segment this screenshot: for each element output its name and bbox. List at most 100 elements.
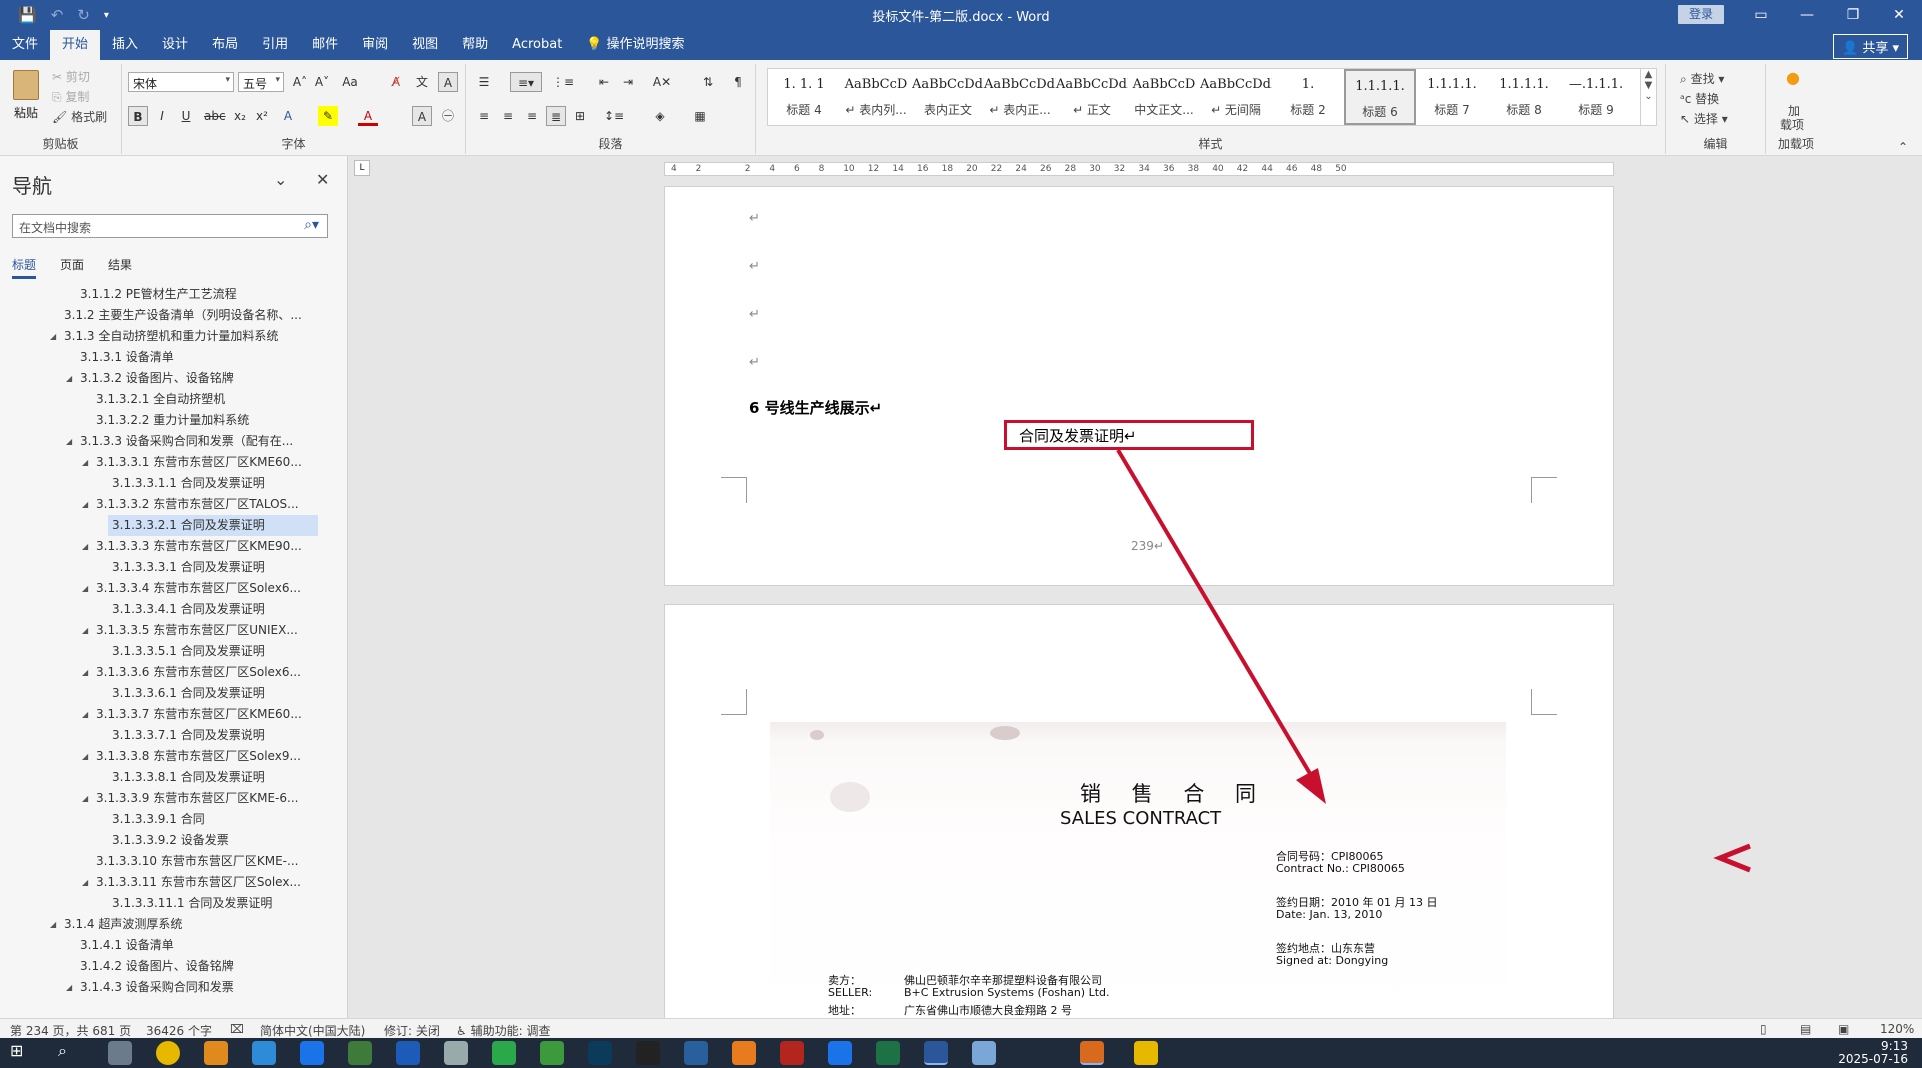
tab-home[interactable]: 开始 [50,30,101,60]
collapse-triangle-icon[interactable]: ◢ [82,704,88,725]
nav-heading-item[interactable]: ◢ 3.1.3.3.4 东营市东营区厂区Solex6... [0,578,318,599]
collapse-triangle-icon[interactable]: ◢ [66,431,72,452]
photoshop-icon[interactable] [588,1041,612,1065]
decrease-indent-icon[interactable]: ⇤ [594,72,614,92]
char-border-icon[interactable]: A [438,72,458,92]
nav-heading-item[interactable]: 3.1.3.3.9.2 设备发票 [0,830,318,851]
page-count[interactable]: 第 234 页，共 681 页 [10,1022,131,1039]
gallery-more-icon[interactable]: ▲ ▼ ⌄ [1640,69,1656,125]
tab-file[interactable]: 文件 [0,30,50,60]
nav-heading-item[interactable]: ◢ 3.1.3.3.8 东营市东营区厂区Solex9... [0,746,318,767]
nav-heading-item[interactable]: 3.1.3.1 设备清单 [0,347,318,368]
section-heading[interactable]: 6 号线生产线展示↵ [749,397,882,418]
collapse-triangle-icon[interactable]: ◢ [82,662,88,683]
customize-qat-icon[interactable]: ▾ [104,10,109,21]
font-color-icon[interactable]: A [358,106,378,126]
calculator-icon[interactable] [108,1041,132,1065]
web-layout-icon[interactable]: ▣ [1838,1022,1849,1036]
nav-heading-item[interactable]: 3.1.4.1 设备清单 [0,935,318,956]
style-item[interactable]: 1.1.1.1. 标题 8 [1488,69,1560,125]
save-icon[interactable]: 💾 [18,6,37,24]
read-mode-icon[interactable]: ▯ [1760,1022,1767,1036]
style-item[interactable]: AaBbCcDdI ↵ 无间隔 [1200,69,1272,125]
app-icon[interactable] [1080,1041,1104,1065]
word-icon[interactable] [924,1041,948,1065]
collapse-triangle-icon[interactable]: ◢ [82,452,88,473]
show-marks-icon[interactable]: ¶ [728,72,748,92]
style-item[interactable]: 1.1.1.1. 标题 7 [1416,69,1488,125]
nav-close-icon[interactable]: ✕ [316,170,329,189]
app-icon[interactable] [540,1041,564,1065]
search-icon[interactable]: ⌕ [58,1041,82,1065]
nav-heading-item[interactable]: 3.1.3.3.1.1 合同及发票证明 [0,473,318,494]
nav-heading-item[interactable]: ◢ 3.1.3 全自动挤塑机和重力计量加料系统 [0,326,318,347]
app-icon[interactable] [684,1041,708,1065]
collapse-triangle-icon[interactable]: ◢ [82,536,88,557]
undo-icon[interactable]: ↶ [51,6,64,24]
login-button[interactable]: 登录 [1678,5,1724,24]
nav-heading-item[interactable]: 3.1.3.3.2.1 合同及发票证明 [108,515,318,536]
style-item[interactable]: 1. 标题 2 [1272,69,1344,125]
justify-icon[interactable]: ≣ [546,106,566,126]
font-size-combo[interactable]: 五号 ▾ [238,72,284,92]
align-center-icon[interactable]: ≡ [498,106,518,126]
nav-heading-item[interactable]: 3.1.3.3.11.1 合同及发票证明 [0,893,318,914]
find-button[interactable]: ⌕ 查找 ▾ [1680,70,1724,87]
nav-heading-item[interactable]: ◢ 3.1.3.3.3 东营市东营区厂区KME90... [0,536,318,557]
underline-button[interactable]: U [176,106,196,126]
nav-heading-item[interactable]: 3.1.3.3.9.1 合同 [0,809,318,830]
nav-search-input[interactable]: 在文档中搜索 ⌕▾ [12,214,328,238]
redo-icon[interactable]: ↻ [77,6,90,24]
tell-me-search[interactable]: 💡 操作说明搜索 [574,30,696,60]
align-left-icon[interactable]: ≡ [474,106,494,126]
acrobat-icon[interactable] [780,1041,804,1065]
app-icon[interactable] [972,1041,996,1065]
nav-heading-item[interactable]: 3.1.3.3.7.1 合同及发票说明 [0,725,318,746]
page-239[interactable]: ↵ ↵ ↵ ↵ 6 号线生产线展示↵ 239↵ [664,186,1614,586]
collapse-triangle-icon[interactable]: ◢ [66,977,72,998]
format-painter-button[interactable]: 🖌 格式刷 [52,108,107,125]
collapse-ribbon-icon[interactable]: ⌃ [1898,140,1908,154]
app-icon[interactable] [396,1041,420,1065]
grow-font-icon[interactable]: A˄ [290,72,310,92]
horizontal-ruler[interactable]: 4 2 2 4 6 8 10 12 14 16 18 20 22 24 26 28 30 32 34 36 38 40 42… [664,162,1614,176]
contract-scan-image[interactable]: 销 售 合 同 SALES CONTRACT 合同号码：CPI80065 Con… [770,722,1506,1022]
search-icon[interactable]: ⌕▾ [304,217,319,233]
app-icon[interactable] [732,1041,756,1065]
nav-heading-item[interactable]: ◢ 3.1.3.3.11 东营市东营区厂区Solex... [0,872,318,893]
distributed-icon[interactable]: ⊞ [570,106,590,126]
borders-icon[interactable]: ▦ [690,106,710,126]
collapse-triangle-icon[interactable]: ◢ [82,746,88,767]
qq-icon[interactable] [636,1041,660,1065]
nav-heading-item[interactable]: 3.1.3.2.2 重力计量加料系统 [0,410,318,431]
nav-tab-results[interactable]: 结果 [108,256,132,279]
increase-indent-icon[interactable]: ⇥ [618,72,638,92]
print-layout-icon[interactable]: ▤ [1800,1022,1811,1036]
collapse-triangle-icon[interactable]: ◢ [82,788,88,809]
style-item[interactable]: AaBbCcDdI ↵ 正文 [1056,69,1128,125]
collapse-triangle-icon[interactable]: ◢ [82,872,88,893]
nav-heading-item[interactable]: 3.1.3.3.10 东营市东营区厂区KME-... [0,851,318,872]
nav-tab-pages[interactable]: 页面 [60,256,84,279]
shrink-font-icon[interactable]: A˅ [312,72,332,92]
copy-button[interactable]: ⎘ 复制 [52,88,89,105]
tab-acrobat[interactable]: Acrobat [500,30,574,60]
shading-icon[interactable]: ◈ [650,106,670,126]
nav-heading-item[interactable]: ◢ 3.1.3.3.6 东营市东营区厂区Solex6... [0,662,318,683]
addins-icon[interactable]: ● [1786,68,1800,87]
style-item[interactable]: —.1.1.1. 标题 9 [1560,69,1632,125]
line-spacing-icon[interactable]: ↕≡ [604,106,624,126]
style-item[interactable]: AaBbCcDdI ↵ 表内正... [984,69,1056,125]
tab-view[interactable]: 视图 [400,30,450,60]
minimize-icon[interactable]: — [1784,0,1830,30]
proofing-icon[interactable]: ⌧ [230,1022,244,1036]
sort-icon[interactable]: ⇅ [698,72,718,92]
style-item[interactable]: AaBbCcDdI 表内正文 [912,69,984,125]
select-button[interactable]: ↖ 选择 ▾ [1680,110,1728,127]
app-icon[interactable] [300,1041,324,1065]
nav-heading-item[interactable]: 3.1.3.2.1 全自动挤塑机 [0,389,318,410]
tab-layout[interactable]: 布局 [200,30,250,60]
highlight-color-icon[interactable]: ✎ [318,106,338,126]
align-right-icon[interactable]: ≡ [522,106,542,126]
wechat-icon[interactable] [492,1041,516,1065]
